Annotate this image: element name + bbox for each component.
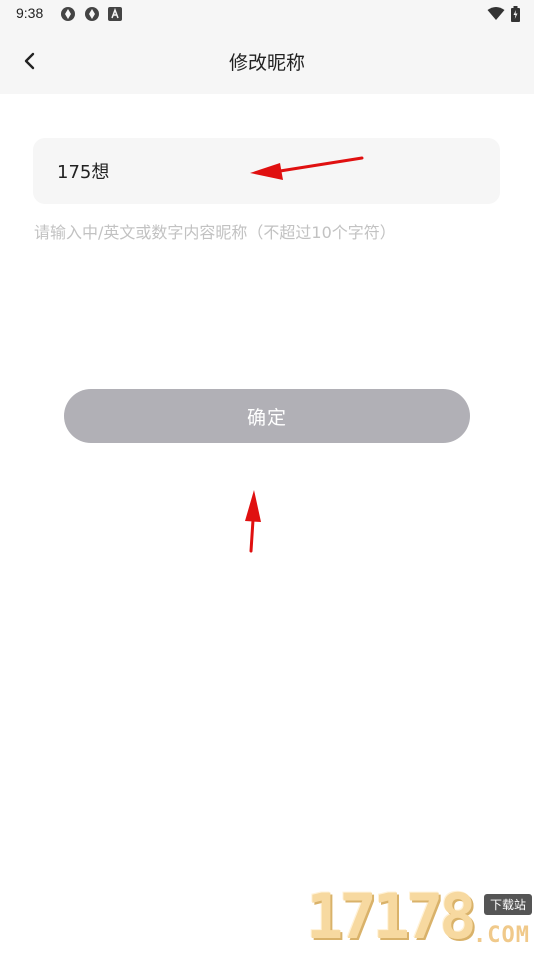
watermark-tag: 下载站 — [483, 894, 532, 915]
status-bar: 9:38 — [0, 0, 534, 28]
app-notification-icon — [85, 7, 99, 21]
confirm-button[interactable]: 确定 — [64, 389, 470, 443]
status-time: 9:38 — [16, 5, 44, 21]
nickname-hint: 请输入中/英文或数字内容昵称（不超过10个字符） — [34, 223, 396, 242]
status-indicators — [487, 5, 520, 23]
watermark-digits: 17178 — [306, 880, 477, 953]
page-title: 修改昵称 — [228, 52, 305, 74]
font-notification-icon — [108, 7, 122, 21]
nickname-input[interactable] — [55, 159, 478, 183]
annotation-arrow-button — [245, 490, 261, 553]
app-notification-icon — [61, 7, 75, 21]
site-watermark-logo: 17178 下载站 .COM — [306, 884, 534, 950]
wifi-icon — [487, 7, 505, 20]
watermark-suffix: .COM — [473, 923, 530, 948]
battery-charging-icon — [511, 6, 520, 22]
nickname-field[interactable] — [33, 138, 500, 204]
title-bar: 修改昵称 — [0, 28, 534, 94]
